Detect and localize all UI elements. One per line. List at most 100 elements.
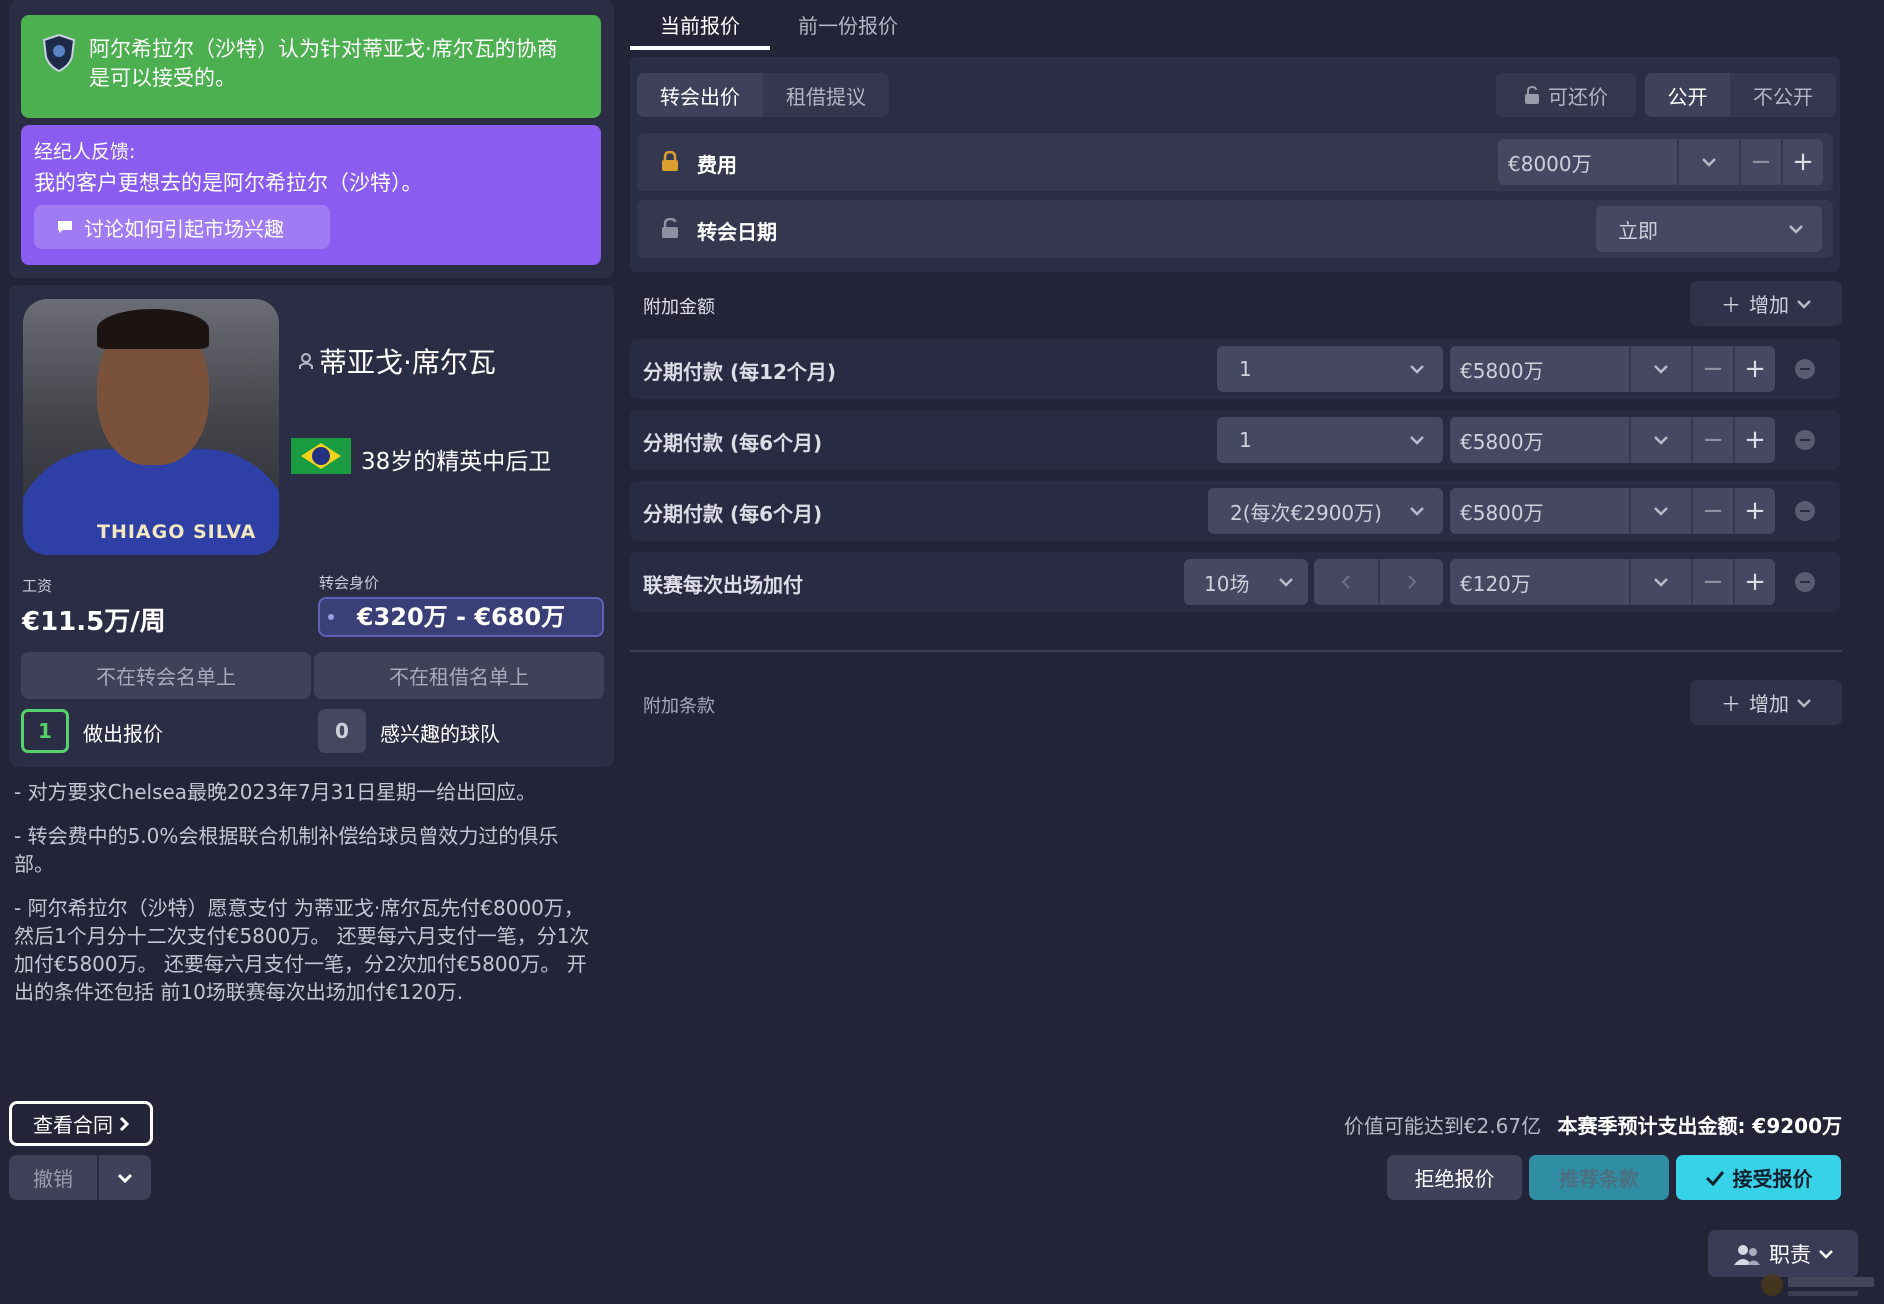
chevron-down-icon: [1278, 577, 1294, 587]
chevron-down-icon: [118, 1173, 132, 1183]
remove-row-icon[interactable]: [1795, 572, 1815, 592]
loan-offer-toggle[interactable]: 租借提议: [763, 73, 889, 117]
appearances-count-select[interactable]: 10场: [1184, 559, 1308, 605]
remove-row-icon[interactable]: [1795, 359, 1815, 379]
check-icon: [1705, 1170, 1725, 1186]
chevron-right-icon[interactable]: [1378, 559, 1443, 605]
chevron-down-icon: [1409, 364, 1425, 374]
loan-list-status-button[interactable]: 不在租借名单上: [314, 652, 604, 699]
remove-row-icon[interactable]: [1795, 430, 1815, 450]
accept-offer-button[interactable]: 接受报价: [1676, 1155, 1841, 1200]
installment-row-6m-b: 分期付款 (每6个月) 2(每次€2900万) €5800万 − +: [630, 481, 1840, 541]
amount-dropdown-button[interactable]: [1629, 488, 1691, 534]
plus-icon: ＋: [1721, 692, 1741, 716]
note-offer-details: - 阿尔希拉尔（沙特）愿意支付 为蒂亚戈·席尔瓦先付€8000万，然后1个月分十…: [14, 896, 590, 1004]
club-accept-text: 阿尔希拉尔（沙特）认为针对蒂亚戈·席尔瓦的协商是可以接受的。: [89, 37, 558, 90]
interested-count-badge: 0: [318, 709, 366, 753]
amount-decrease-button[interactable]: −: [1691, 346, 1733, 392]
view-contract-button[interactable]: 查看合同: [9, 1101, 153, 1146]
tab-current-offer[interactable]: 当前报价: [630, 10, 770, 39]
chevron-down-icon: [1819, 1249, 1833, 1259]
recommend-terms-button[interactable]: 推荐条款: [1529, 1155, 1669, 1200]
installment-count-select[interactable]: 1: [1217, 417, 1443, 463]
withdraw-button[interactable]: 撤销: [9, 1155, 99, 1200]
remove-row-icon[interactable]: [1795, 501, 1815, 521]
player-name[interactable]: 蒂亚戈·席尔瓦: [299, 341, 496, 381]
plus-icon: ＋: [1721, 293, 1741, 317]
private-toggle[interactable]: 不公开: [1730, 73, 1836, 117]
appearance-fee-input[interactable]: €120万 − +: [1450, 559, 1775, 605]
wage-label: 工资: [22, 577, 53, 595]
add-ons-add-button[interactable]: ＋ 增加: [1690, 281, 1842, 326]
installment-label: 分期付款 (每6个月): [643, 502, 823, 526]
public-toggle[interactable]: 公开: [1645, 73, 1730, 117]
chat-bubble-icon: [56, 219, 74, 235]
player-name-text: 蒂亚戈·席尔瓦: [319, 346, 496, 379]
fee-dropdown-button[interactable]: [1677, 139, 1739, 185]
installment-row-6m-a: 分期付款 (每6个月) 1 €5800万 − +: [630, 410, 1840, 470]
active-tab-indicator: [630, 46, 770, 50]
transfer-list-status-button[interactable]: 不在转会名单上: [21, 652, 311, 699]
transfer-date-value: 立即: [1618, 218, 1658, 243]
chevron-down-icon: [1409, 435, 1425, 445]
chevron-down-icon: [1788, 224, 1804, 234]
appearance-fee-label: 联赛每次出场加付: [643, 573, 803, 597]
appearances-stepper: [1314, 559, 1443, 605]
reject-offer-button[interactable]: 拒绝报价: [1387, 1155, 1522, 1200]
lock-icon[interactable]: [661, 151, 679, 171]
interested-teams-label[interactable]: 感兴趣的球队: [380, 718, 500, 747]
wage-value: €11.5万/周: [22, 607, 166, 637]
fee-value: €8000万: [1508, 151, 1592, 176]
fee-increase-button[interactable]: +: [1781, 139, 1823, 185]
unlock-icon: [1524, 86, 1540, 104]
unlock-icon[interactable]: [661, 218, 679, 238]
installment-label: 分期付款 (每12个月): [643, 360, 837, 384]
amount-increase-button[interactable]: +: [1733, 488, 1775, 534]
agent-feedback-message: 经纪人反馈: 我的客户更想去的是阿尔希拉尔（沙特）。 讨论如何引起市场兴趣: [21, 125, 601, 265]
installment-amount-input[interactable]: €5800万 − +: [1450, 488, 1775, 534]
withdraw-dropdown-button[interactable]: [99, 1155, 151, 1200]
transfer-offer-toggle[interactable]: 转会出价: [637, 73, 763, 117]
offer-panel: 转会出价 租借提议 可还价 公开 不公开 费用 €8000万 − + 转会日期 …: [630, 57, 1840, 272]
installment-amount-input[interactable]: €5800万 − +: [1450, 346, 1775, 392]
accept-offer-label: 接受报价: [1732, 1167, 1813, 1191]
agent-feedback-text: 我的客户更想去的是阿尔希拉尔（沙特）。: [34, 171, 423, 195]
negotiable-toggle[interactable]: 可还价: [1496, 73, 1636, 117]
amount-dropdown-button[interactable]: [1629, 346, 1691, 392]
discuss-interest-button[interactable]: 讨论如何引起市场兴趣: [34, 205, 330, 249]
player-card: THIAGO SILVA 蒂亚戈·席尔瓦 38岁的精英中后卫 工资 €11.5万…: [9, 285, 614, 767]
installment-count-value: 2(每次€2900万): [1230, 500, 1382, 525]
transfer-date-select[interactable]: 立即: [1596, 206, 1822, 252]
amount-increase-button[interactable]: +: [1733, 346, 1775, 392]
brazil-flag-icon[interactable]: [291, 438, 351, 474]
note-solidarity: - 转会费中的5.0%会根据联合机制补偿给球员曾效力过的俱乐部。: [14, 824, 559, 876]
amount-dropdown-button[interactable]: [1629, 417, 1691, 463]
clauses-add-button[interactable]: ＋ 增加: [1690, 680, 1842, 725]
transfer-value-badge[interactable]: €320万 - €680万: [318, 597, 604, 637]
fee-decrease-button[interactable]: −: [1739, 139, 1781, 185]
fee-input[interactable]: €8000万 − +: [1498, 139, 1823, 185]
clauses-add-label: 增加: [1749, 692, 1789, 716]
tab-previous-offer[interactable]: 前一份报价: [798, 10, 898, 39]
amount-decrease-button[interactable]: −: [1691, 417, 1733, 463]
transfer-date-label: 转会日期: [697, 220, 777, 244]
offers-label[interactable]: 做出报价: [83, 718, 163, 747]
withdraw-button-group: 撤销: [9, 1155, 151, 1200]
amount-decrease-button[interactable]: −: [1691, 559, 1733, 605]
installment-amount-value: €5800万: [1460, 429, 1544, 454]
installment-count-select[interactable]: 2(每次€2900万): [1208, 488, 1443, 534]
amount-dropdown-button[interactable]: [1629, 559, 1691, 605]
installment-amount-input[interactable]: €5800万 − +: [1450, 417, 1775, 463]
amount-increase-button[interactable]: +: [1733, 559, 1775, 605]
installment-count-select[interactable]: 1: [1217, 346, 1443, 392]
discuss-interest-label: 讨论如何引起市场兴趣: [84, 216, 284, 241]
chevron-left-icon[interactable]: [1314, 559, 1378, 605]
amount-increase-button[interactable]: +: [1733, 417, 1775, 463]
potential-value-text: 价值可能达到€2.67亿: [1343, 1114, 1542, 1138]
watermark-logo: [1760, 1265, 1880, 1301]
installment-label: 分期付款 (每6个月): [643, 431, 823, 455]
player-photo[interactable]: THIAGO SILVA: [23, 299, 279, 555]
amount-decrease-button[interactable]: −: [1691, 488, 1733, 534]
installment-row-12m: 分期付款 (每12个月) 1 €5800万 − +: [630, 339, 1840, 399]
season-spend-text: 本赛季预计支出金额: €9200万: [1557, 1114, 1842, 1138]
